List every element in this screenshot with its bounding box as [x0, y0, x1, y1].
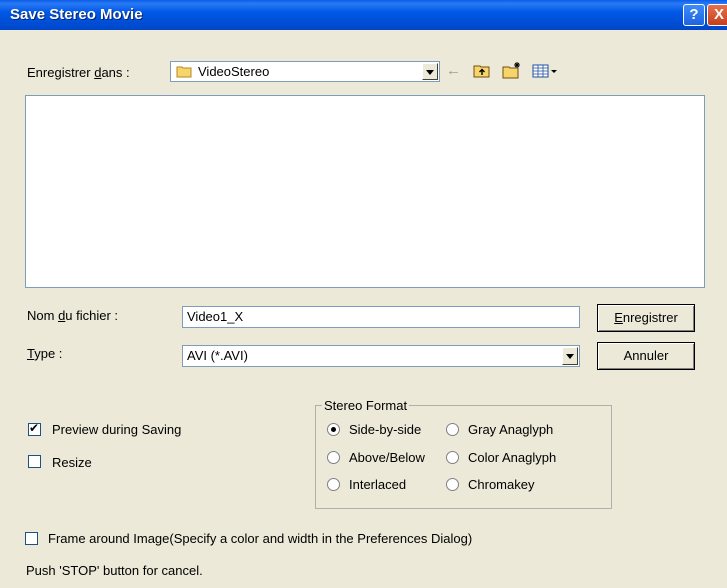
cancel-button[interactable]: Annuler	[597, 342, 695, 370]
folder-icon	[176, 65, 192, 78]
chevron-down-icon[interactable]	[562, 347, 578, 365]
color-anaglyph-label: Color Anaglyph	[468, 450, 557, 465]
preview-checkbox[interactable]	[28, 421, 41, 436]
help-button[interactable]: ?	[683, 4, 705, 26]
preview-label: Preview during Saving	[52, 422, 182, 437]
save-in-dropdown[interactable]: VideoStereo	[170, 61, 440, 82]
new-folder-icon[interactable]	[502, 61, 522, 83]
save-button[interactable]: Enregistrer	[597, 304, 695, 332]
up-folder-icon[interactable]	[473, 63, 491, 83]
save-in-value: VideoStereo	[198, 64, 270, 79]
radio-chromakey[interactable]	[446, 478, 459, 491]
chromakey-label: Chromakey	[468, 477, 535, 492]
file-type-dropdown[interactable]: AVI (*.AVI)	[182, 345, 580, 367]
close-icon: X	[713, 6, 724, 23]
resize-label: Resize	[52, 455, 92, 470]
file-type-label: Type :	[27, 346, 63, 361]
close-button[interactable]: X	[707, 4, 727, 26]
side-by-side-label: Side-by-side	[349, 422, 422, 437]
save-in-label: Enregistrer dans :	[27, 65, 130, 80]
radio-above-below[interactable]	[327, 451, 340, 464]
file-name-value: Video1_X	[187, 309, 244, 324]
above-below-label: Above/Below	[349, 450, 425, 465]
file-name-label: Nom du fichier :	[27, 308, 119, 323]
file-type-value: AVI (*.AVI)	[187, 348, 248, 363]
back-icon[interactable]: ←	[446, 63, 461, 79]
frame-label: Frame around Image(Specify a color and w…	[48, 531, 473, 546]
help-icon: ?	[689, 6, 699, 23]
resize-checkbox[interactable]	[28, 455, 41, 468]
window-title: Save Stereo Movie	[10, 6, 143, 23]
radio-color-anaglyph[interactable]	[446, 451, 459, 464]
file-list[interactable]	[25, 95, 705, 288]
status-text: Push 'STOP' button for cancel.	[26, 563, 203, 578]
view-menu-icon[interactable]	[532, 63, 558, 83]
radio-gray-anaglyph[interactable]	[446, 423, 459, 436]
frame-checkbox[interactable]	[25, 532, 38, 545]
gray-anaglyph-label: Gray Anaglyph	[468, 422, 554, 437]
chevron-down-icon[interactable]	[422, 63, 438, 80]
radio-interlaced[interactable]	[327, 478, 340, 491]
file-name-input[interactable]: Video1_X	[182, 306, 580, 328]
title-bar[interactable]: Save Stereo Movie ? X	[0, 0, 727, 30]
interlaced-label: Interlaced	[349, 477, 407, 492]
stereo-format-title: Stereo Format	[322, 398, 410, 413]
radio-side-by-side[interactable]	[327, 423, 340, 436]
